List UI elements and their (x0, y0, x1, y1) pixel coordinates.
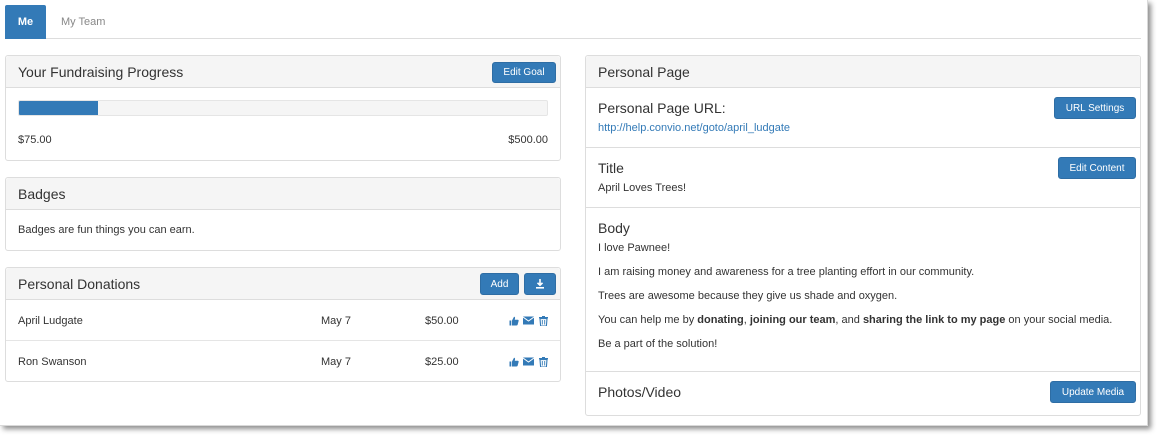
fundraising-progress-bar (18, 100, 548, 116)
envelope-icon[interactable] (523, 356, 534, 367)
donor-name: Ron Swanson (18, 356, 87, 368)
personal-page-title: Personal Page (598, 63, 690, 80)
media-label: Photos/Video (598, 384, 682, 400)
body-help-line: You can help me by donating, joining our… (598, 314, 1112, 326)
envelope-icon[interactable] (523, 315, 534, 326)
title-label: Title (598, 160, 624, 176)
raised-amount: $75.00 (18, 134, 52, 146)
badges-heading: Badges (6, 178, 560, 210)
personal-page-heading: Personal Page (586, 56, 1140, 88)
help-bold-team: joining our team (749, 314, 836, 326)
tab-my-team[interactable]: My Team (46, 5, 120, 39)
help-sep2: , and (835, 314, 863, 326)
help-bold-donating: donating (697, 314, 744, 326)
page-frame: Me My Team Your Fundraising Progress Edi… (0, 0, 1148, 426)
personal-page-url-link[interactable]: http://help.convio.net/goto/april_ludgat… (598, 122, 790, 134)
tab-bar: Me My Team (5, 5, 1141, 39)
badges-title: Badges (18, 185, 66, 202)
body-line: Be a part of the solution! (598, 338, 718, 350)
donation-date: May 7 (321, 315, 351, 327)
media-section: Photos/Video Update Media (586, 372, 1140, 416)
thumbs-up-icon[interactable] (508, 356, 519, 367)
donation-amount: $50.00 (425, 315, 459, 327)
download-button[interactable] (524, 273, 556, 295)
thumbs-up-icon[interactable] (508, 315, 519, 326)
table-row: Ron Swanson May 7 $25.00 (6, 341, 560, 382)
help-prefix: You can help me by (598, 314, 698, 326)
download-icon (536, 279, 544, 289)
trash-icon[interactable] (538, 315, 549, 326)
personal-page-panel: Personal Page Personal Page URL: URL Set… (585, 55, 1141, 416)
progress-fill (19, 101, 99, 115)
edit-goal-button[interactable]: Edit Goal (492, 62, 556, 83)
badges-panel: Badges Badges are fun things you can ear… (5, 177, 561, 251)
body-label: Body (598, 220, 630, 236)
title-section: Title Edit Content April Loves Trees! (586, 148, 1140, 208)
donation-date: May 7 (321, 356, 351, 368)
donations-panel: Personal Donations Add April Ludgate May… (5, 267, 561, 382)
body-line: I love Pawnee! (598, 242, 671, 254)
help-suffix: on your social media. (1005, 314, 1113, 326)
badges-text: Badges are fun things you can earn. (18, 224, 195, 236)
body-line: I am raising money and awareness for a t… (598, 266, 975, 278)
donation-amount: $25.00 (425, 356, 459, 368)
fundraising-heading: Your Fundraising Progress Edit Goal (6, 56, 560, 88)
row-actions (508, 356, 549, 367)
page-title-value: April Loves Trees! (598, 182, 687, 194)
table-row: April Ludgate May 7 $50.00 (6, 300, 560, 341)
trash-icon[interactable] (538, 356, 549, 367)
url-label: Personal Page URL: (598, 100, 726, 116)
tab-me[interactable]: Me (5, 5, 46, 39)
edit-content-button[interactable]: Edit Content (1058, 157, 1136, 179)
help-bold-share: sharing the link to my page (862, 314, 1006, 326)
goal-amount: $500.00 (508, 134, 548, 146)
donations-heading: Personal Donations Add (6, 268, 560, 300)
donations-title: Personal Donations (18, 275, 141, 292)
body-line: Trees are awesome because they give us s… (598, 290, 898, 302)
donor-name: April Ludgate (18, 315, 83, 327)
body-section: Body I love Pawnee! I am raising money a… (586, 208, 1140, 372)
update-media-button[interactable]: Update Media (1050, 381, 1136, 403)
add-donation-button[interactable]: Add (480, 273, 519, 295)
url-settings-button[interactable]: URL Settings (1054, 97, 1136, 119)
url-section: Personal Page URL: URL Settings http://h… (586, 88, 1140, 148)
fundraising-title: Your Fundraising Progress (18, 63, 184, 80)
fundraising-panel: Your Fundraising Progress Edit Goal $75.… (5, 55, 561, 161)
row-actions (508, 315, 549, 326)
